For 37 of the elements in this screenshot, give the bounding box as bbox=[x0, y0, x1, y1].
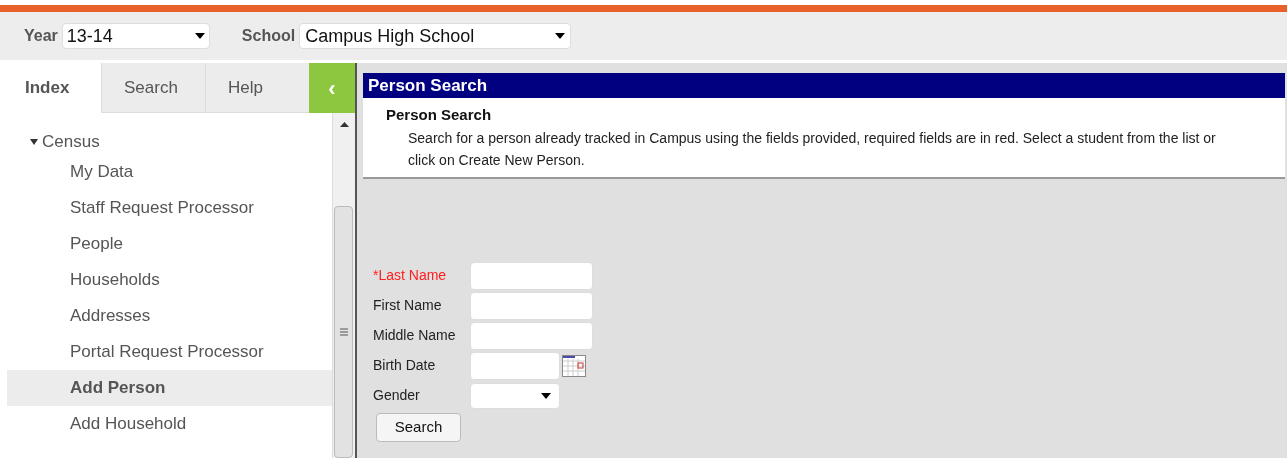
tree-item[interactable]: Portal Request Processor bbox=[7, 334, 332, 370]
grip-icon bbox=[339, 328, 348, 336]
tree-item[interactable]: Households bbox=[7, 262, 332, 298]
calendar-icon[interactable] bbox=[562, 354, 586, 377]
text-field[interactable] bbox=[470, 351, 560, 380]
scroll-up-icon[interactable] bbox=[340, 122, 349, 127]
tree-item[interactable]: Addresses bbox=[7, 298, 332, 334]
text-field[interactable] bbox=[470, 321, 593, 350]
search-button[interactable]: Search bbox=[376, 412, 461, 442]
description: Search for a person already tracked in Campus using the fields provided, required fields are in red. Select a student from the list or click on Create New Person. bbox=[407, 128, 1216, 170]
scroll-thumb[interactable] bbox=[334, 206, 353, 458]
dropdown-arrow-icon bbox=[194, 33, 205, 39]
gender-select[interactable] bbox=[470, 382, 560, 409]
tree-item[interactable]: People bbox=[7, 226, 332, 262]
tree-item[interactable]: Add Household bbox=[7, 406, 332, 442]
text-field[interactable] bbox=[470, 261, 593, 290]
school-label: School bbox=[241, 26, 296, 46]
field-label: Birth Date bbox=[373, 356, 437, 375]
nav-tab[interactable]: Search bbox=[101, 63, 205, 113]
dropdown-arrow-icon bbox=[541, 392, 551, 399]
year-label: Year bbox=[24, 26, 58, 46]
field-label: First Name bbox=[373, 296, 443, 315]
year-select[interactable]: 13-14 bbox=[61, 23, 210, 49]
field-label: *Last Name bbox=[373, 266, 448, 285]
tree-item[interactable]: Staff Request Processor bbox=[7, 190, 332, 226]
nav-tab[interactable]: Help bbox=[205, 63, 309, 113]
tree-node[interactable]: Census bbox=[7, 130, 332, 154]
field-label: Gender bbox=[373, 386, 421, 405]
panel-header: Person Search bbox=[363, 73, 1285, 98]
expand-arrow-icon bbox=[30, 138, 38, 146]
dropdown-arrow-icon bbox=[555, 33, 566, 39]
tree-item[interactable]: Add Person bbox=[7, 370, 332, 406]
tree-item[interactable]: My Data bbox=[7, 154, 332, 190]
field-label: Middle Name bbox=[373, 326, 457, 345]
text-field[interactable] bbox=[470, 291, 593, 320]
school-select[interactable]: Campus High School bbox=[299, 23, 572, 49]
section-title: Person Search bbox=[386, 105, 493, 125]
